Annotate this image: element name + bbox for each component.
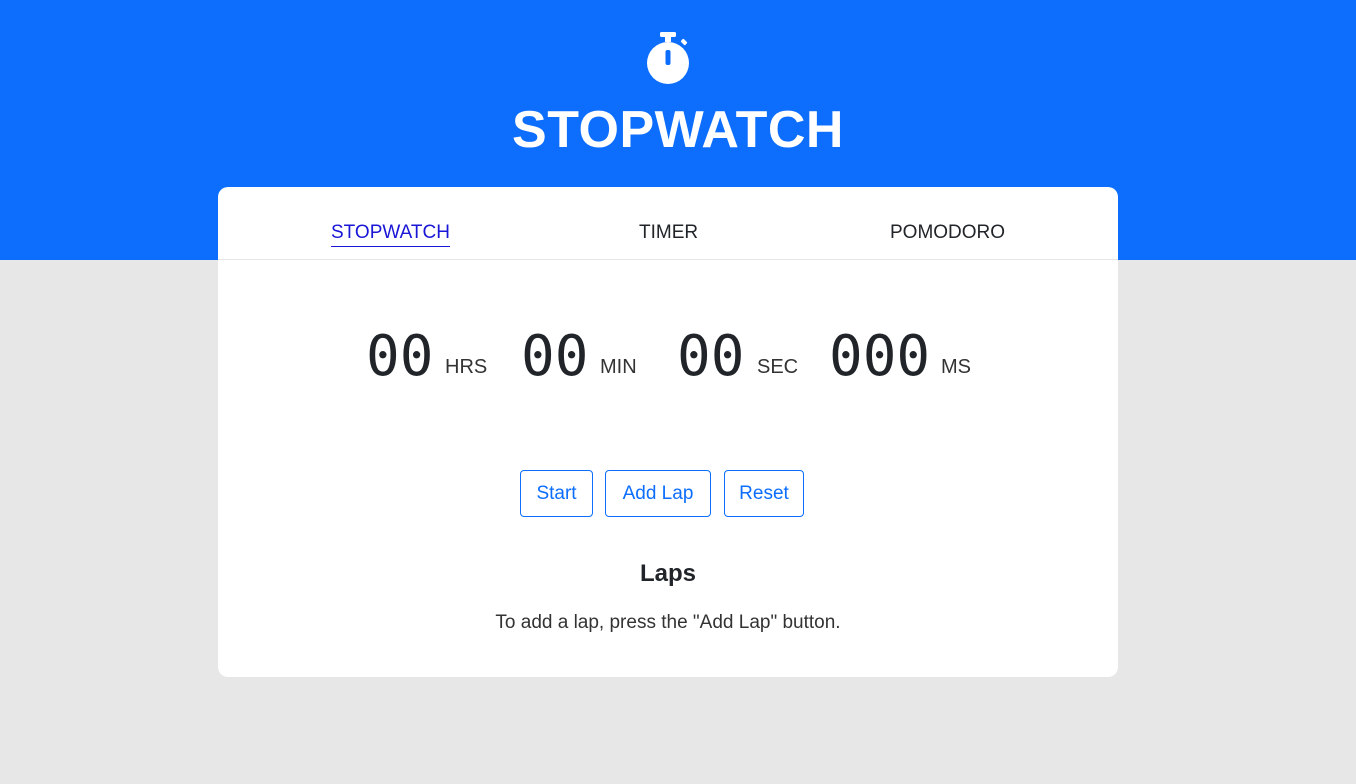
hours-unit: HRS — [445, 356, 488, 378]
tab-timer[interactable]: TIMER — [639, 221, 698, 245]
hours-value: 00 — [366, 324, 434, 389]
start-button[interactable]: Start — [520, 470, 593, 517]
minutes-value: 00 — [521, 324, 589, 389]
laps-heading: Laps — [639, 560, 696, 587]
laps-empty-message: To add a lap, press the "Add Lap" button… — [495, 612, 841, 633]
control-buttons: Start Add Lap Reset — [218, 470, 1118, 518]
stopwatch-icon — [647, 32, 689, 84]
reset-button[interactable]: Reset — [724, 470, 804, 517]
page-title: STOPWATCH — [512, 101, 844, 159]
seconds-unit: SEC — [757, 356, 799, 378]
minutes-unit: MIN — [600, 356, 637, 378]
milliseconds-unit: MS — [941, 356, 971, 378]
seconds-value: 00 — [677, 324, 745, 389]
time-display: 00 HRS 00 MIN 00 SEC 000 MS — [218, 325, 1118, 395]
tab-pomodoro[interactable]: POMODORO — [890, 221, 1005, 245]
add-lap-button[interactable]: Add Lap — [605, 470, 711, 517]
milliseconds-value: 000 — [829, 324, 931, 389]
tab-bar: STOPWATCH TIMER POMODORO — [218, 187, 1118, 260]
tab-stopwatch[interactable]: STOPWATCH — [331, 221, 450, 247]
stopwatch-card: STOPWATCH TIMER POMODORO 00 HRS 00 MIN 0… — [218, 187, 1118, 677]
